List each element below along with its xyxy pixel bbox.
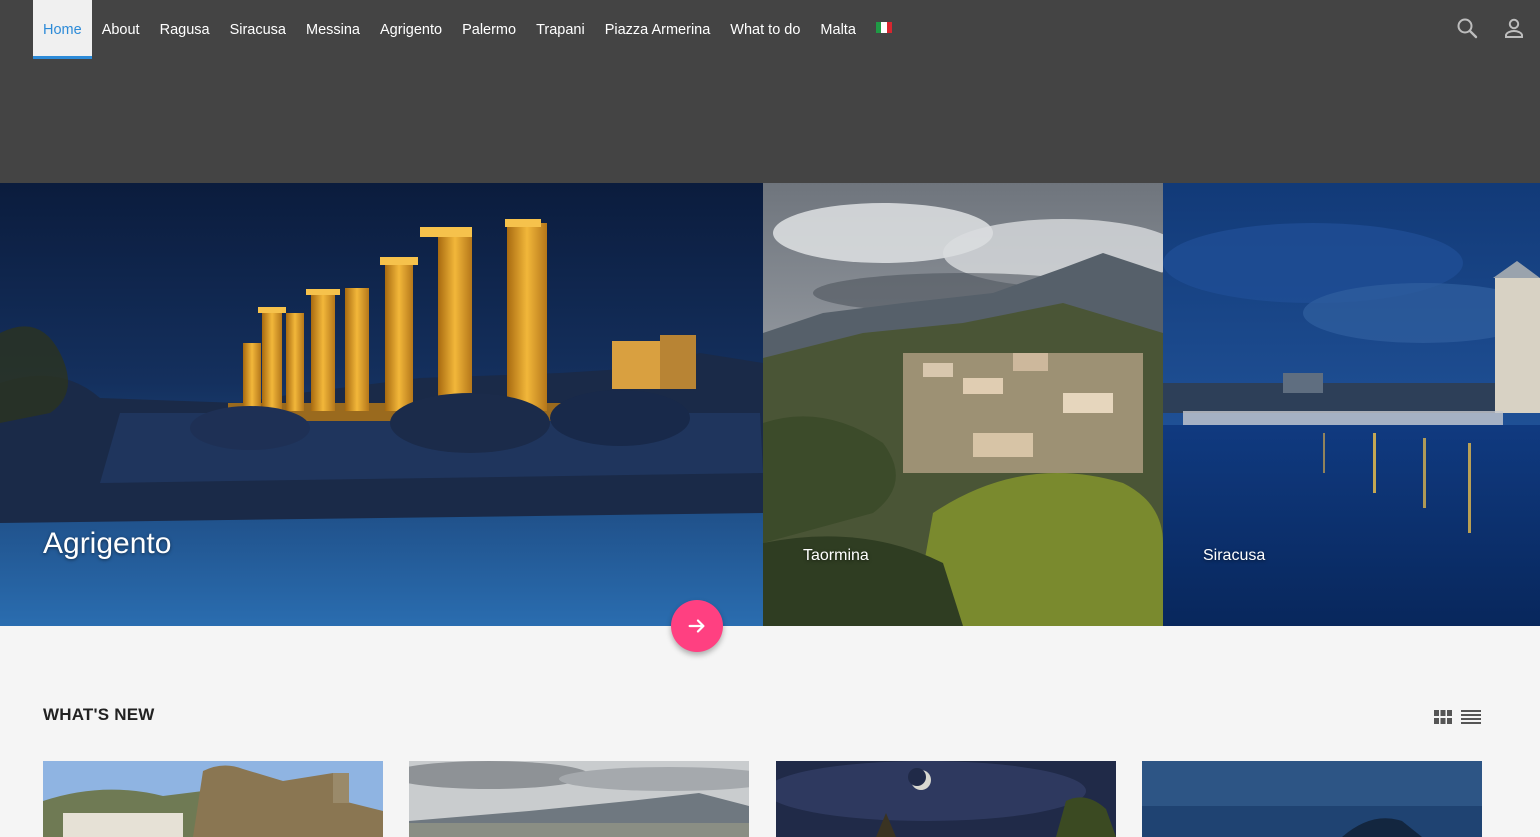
article-card-image	[43, 761, 383, 837]
hero-label-agrigento: Agrigento	[43, 527, 172, 560]
hero-tile-siracusa[interactable]: Siracusa	[1163, 183, 1540, 626]
article-card[interactable]	[409, 761, 749, 837]
site-header: Home About Ragusa Siracusa Messina Agrig…	[0, 0, 1540, 183]
search-icon[interactable]	[1455, 16, 1479, 40]
arrow-right-icon	[688, 619, 705, 633]
nav-item-about[interactable]: About	[92, 0, 150, 59]
article-card[interactable]	[1142, 761, 1482, 837]
hero-label-taormina: Taormina	[803, 547, 869, 564]
article-card-image	[409, 761, 749, 837]
nav-item-piazza-armerina[interactable]: Piazza Armerina	[595, 0, 721, 59]
italian-flag-icon[interactable]	[866, 0, 902, 59]
nav-item-what-to-do[interactable]: What to do	[720, 0, 810, 59]
next-arrow-button[interactable]	[671, 600, 723, 652]
nav-item-agrigento[interactable]: Agrigento	[370, 0, 452, 59]
nav-item-trapani[interactable]: Trapani	[526, 0, 595, 59]
nav-item-palermo[interactable]: Palermo	[452, 0, 526, 59]
nav-item-ragusa[interactable]: Ragusa	[150, 0, 220, 59]
article-card-image	[776, 761, 1116, 837]
section-title: WHAT'S NEW	[43, 705, 155, 724]
hero-gallery: Agrigento Taormina Siracusa	[0, 183, 1540, 626]
article-card-image	[1142, 761, 1482, 837]
main-nav: Home About Ragusa Siracusa Messina Agrig…	[33, 0, 902, 59]
nav-item-messina[interactable]: Messina	[296, 0, 370, 59]
list-view-icon[interactable]	[1461, 709, 1481, 730]
hero-tile-taormina[interactable]: Taormina	[763, 183, 1163, 626]
hero-label-siracusa: Siracusa	[1203, 547, 1266, 564]
user-icon[interactable]	[1502, 16, 1526, 40]
nav-item-home[interactable]: Home	[33, 0, 92, 59]
article-card[interactable]	[776, 761, 1116, 837]
article-card[interactable]	[43, 761, 383, 837]
nav-item-malta[interactable]: Malta	[810, 0, 865, 59]
grid-view-icon[interactable]	[1434, 709, 1452, 730]
nav-item-siracusa[interactable]: Siracusa	[220, 0, 296, 59]
hero-tile-agrigento[interactable]: Agrigento	[0, 183, 763, 626]
